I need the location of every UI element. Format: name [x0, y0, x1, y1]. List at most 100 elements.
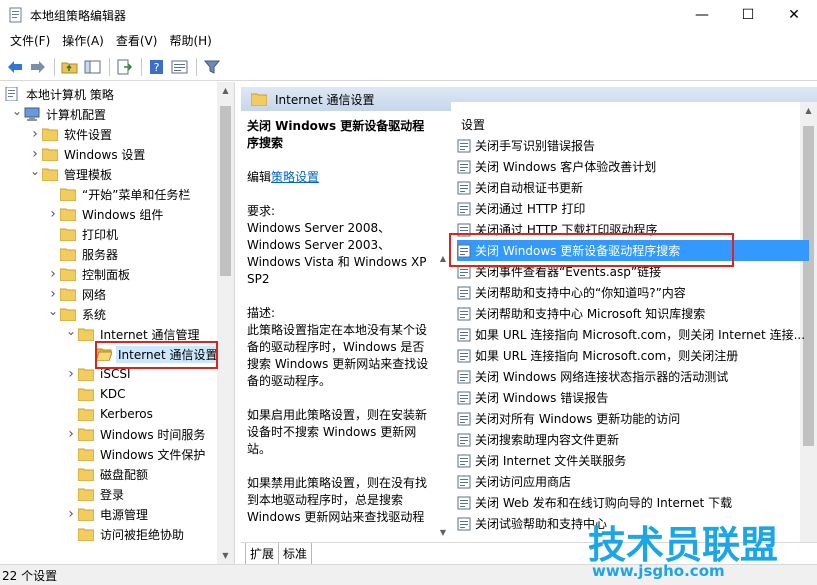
setting-row[interactable]: 关闭对所有 Windows 更新功能的访问 — [457, 408, 809, 429]
scroll-down-icon[interactable]: ▼ — [217, 547, 234, 564]
policy-setting-icon — [457, 307, 471, 320]
menu-view[interactable]: 查看(V) — [110, 31, 164, 51]
tree-item-label: 登录 — [100, 487, 125, 502]
setting-name: 关闭 Windows 更新设备驱动程序搜索 — [475, 244, 681, 258]
setting-row[interactable]: 关闭自动根证书更新 — [457, 177, 809, 198]
tree-item[interactable]: › 软件设置 — [28, 124, 114, 144]
tree-item[interactable]: Kerberos — [64, 404, 155, 424]
tree-item[interactable]: Internet 通信设置 — [82, 344, 220, 364]
expand-arrow-icon[interactable]: › — [46, 264, 60, 284]
up-folder-icon[interactable] — [59, 56, 81, 78]
setting-row[interactable]: 关闭访问应用商店 — [457, 471, 809, 492]
setting-row[interactable]: 关闭 Windows 错误报告 — [457, 387, 809, 408]
folder-icon — [60, 248, 76, 261]
collapse-arrow-icon[interactable]: ⌄ — [64, 321, 78, 341]
scroll-up-icon[interactable]: ▲ — [800, 102, 817, 119]
settings-list[interactable]: 设置 ▲ 关闭手写识别错误报告 关闭 Windows 客户体验改善计划 关闭自动根证… — [451, 102, 817, 542]
export-list-icon[interactable] — [114, 56, 136, 78]
tree-item[interactable]: › 控制面板 — [46, 264, 132, 284]
collapse-arrow-icon[interactable]: ⌄ — [10, 101, 24, 121]
setting-row[interactable]: 关闭帮助和支持中心的“你知道吗?”内容 — [457, 282, 809, 303]
policy-setting-icon — [457, 223, 471, 236]
setting-row[interactable]: 关闭搜索助理内容文件更新 — [457, 429, 809, 450]
tree-item[interactable]: › Windows 设置 — [28, 144, 147, 164]
setting-row[interactable]: 如果 URL 连接指向 Microsoft.com，则关闭注册 — [457, 345, 809, 366]
tree-item-label: 打印机 — [82, 227, 119, 242]
expand-arrow-icon[interactable]: › — [64, 504, 78, 524]
tree-item[interactable]: 访问被拒绝协助 — [64, 524, 186, 544]
tree-item[interactable]: 登录 — [64, 484, 126, 504]
expand-arrow-icon[interactable]: › — [28, 124, 42, 144]
setting-row[interactable]: 如果 URL 连接指向 Microsoft.com，则关闭 Internet 连… — [457, 324, 809, 345]
tree-item[interactable]: 打印机 — [46, 224, 120, 244]
menu-file[interactable]: 文件(F) — [4, 31, 56, 51]
watermark-url: www.jsgho.com — [592, 562, 725, 580]
setting-row[interactable]: 关闭 Web 发布和在线订购向导的 Internet 下载 — [457, 492, 809, 513]
tab-standard[interactable]: 标准 — [279, 543, 313, 565]
tab-extended[interactable]: 扩展 — [245, 543, 280, 565]
folder-icon — [78, 328, 94, 341]
help-icon[interactable]: ? — [146, 56, 168, 78]
expand-arrow-icon[interactable]: › — [64, 364, 78, 384]
scroll-thumb[interactable] — [220, 106, 231, 276]
watermark-text: 技术员联盟 — [588, 523, 779, 567]
edit-policy-link[interactable]: 策略设置 — [271, 170, 319, 184]
tree-item[interactable]: 服务器 — [46, 244, 120, 264]
tree-item[interactable]: › iSCSI — [64, 364, 133, 384]
tree-item-label: 系统 — [82, 307, 107, 322]
minimize-button[interactable]: — — [679, 0, 725, 30]
close-button[interactable]: ✕ — [771, 0, 817, 30]
tree-item[interactable]: ⌄ 计算机配置 — [10, 104, 108, 124]
setting-row[interactable]: 关闭手写识别错误报告 — [457, 135, 809, 156]
policy-setting-icon — [457, 286, 471, 299]
setting-name: 关闭帮助和支持中心 Microsoft 知识库搜索 — [475, 307, 706, 321]
tree-item[interactable]: Windows 文件保护 — [64, 444, 207, 464]
setting-row[interactable]: 关闭 Windows 客户体验改善计划 — [457, 156, 809, 177]
svg-text:?: ? — [154, 61, 160, 74]
folder-icon — [78, 448, 94, 461]
setting-name: 关闭 Windows 错误报告 — [475, 391, 609, 405]
tree-item[interactable]: › 电源管理 — [64, 504, 150, 524]
policy-setting-icon — [457, 139, 471, 152]
menu-help[interactable]: 帮助(H) — [163, 31, 217, 51]
setting-row[interactable]: 关闭通过 HTTP 打印 — [457, 198, 809, 219]
tree-pane[interactable]: 本地计算机 策略 ⌄ 计算机配置 › 软件设置 › Windows 设置 ⌄ 管理模板 “开始”菜… — [0, 82, 235, 564]
collapse-arrow-icon[interactable]: ⌄ — [28, 161, 42, 181]
scroll-up-icon[interactable]: ▲ — [217, 82, 234, 99]
description-scrollbar[interactable]: ▲ ▼ — [437, 112, 449, 542]
collapse-arrow-icon[interactable]: ⌄ — [46, 301, 60, 321]
setting-row[interactable]: 关闭 Windows 更新设备驱动程序搜索 — [457, 240, 809, 261]
toolbar-separator — [54, 57, 55, 76]
tree-item-label: 电源管理 — [100, 507, 149, 522]
expand-arrow-icon[interactable]: › — [46, 204, 60, 224]
policy-setting-icon — [457, 454, 471, 467]
setting-row[interactable]: 关闭 Windows 网络连接状态指示器的活动测试 — [457, 366, 809, 387]
tree-item[interactable]: ⌄ Internet 通信管理 — [64, 324, 201, 344]
tree-scrollbar[interactable]: ▲ ▼ — [217, 82, 234, 564]
scroll-up-icon[interactable]: ▲ — [437, 252, 449, 264]
tree-item[interactable]: 磁盘配额 — [64, 464, 150, 484]
filter-icon[interactable] — [201, 56, 223, 78]
setting-row[interactable]: 关闭通过 HTTP 下载打印驱动程序 — [457, 219, 809, 240]
settings-column-header[interactable]: 设置 — [461, 116, 485, 133]
tree-item[interactable]: KDC — [64, 384, 128, 404]
setting-row[interactable]: 关闭事件查看器“Events.asp”链接 — [457, 261, 809, 282]
tree-item[interactable]: › Windows 时间服务 — [64, 424, 207, 444]
maximize-button[interactable]: ☐ — [725, 0, 771, 30]
disabled-text: 如果禁用此策略设置，则在没有找到本地驱动程序时，总是搜索 Windows 更新网… — [247, 476, 428, 524]
scroll-down-icon[interactable]: ▼ — [437, 526, 449, 538]
tree-item[interactable]: ⌄ 管理模板 — [28, 164, 114, 184]
expand-arrow-icon[interactable]: › — [64, 424, 78, 444]
show-hide-tree-icon[interactable] — [82, 56, 104, 78]
menu-action[interactable]: 操作(A) — [56, 31, 110, 51]
setting-row[interactable]: 关闭帮助和支持中心 Microsoft 知识库搜索 — [457, 303, 809, 324]
setting-row[interactable]: 关闭 Internet 文件关联服务 — [457, 450, 809, 471]
tree-item[interactable]: › Windows 组件 — [46, 204, 165, 224]
tree-item-label: Windows 时间服务 — [100, 427, 206, 442]
tree-item[interactable]: “开始”菜单和任务栏 — [46, 184, 192, 204]
forward-arrow-icon[interactable] — [27, 56, 49, 78]
properties-icon[interactable] — [169, 56, 191, 78]
back-arrow-icon[interactable] — [4, 56, 26, 78]
